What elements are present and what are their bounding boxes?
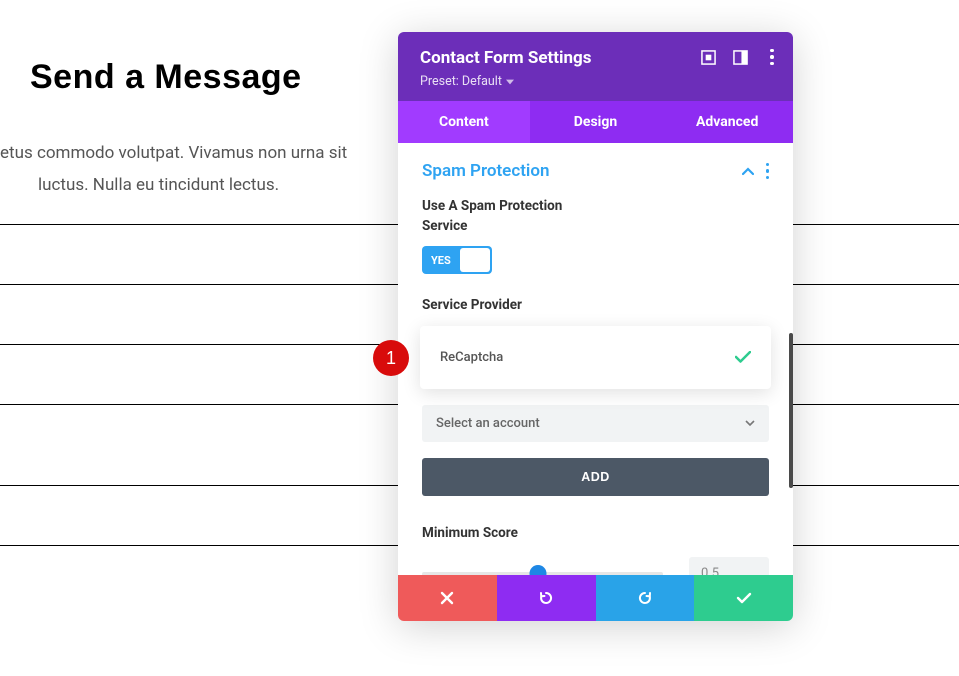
section-options-icon[interactable]: [766, 163, 770, 180]
toggle-knob: [460, 248, 490, 272]
service-provider-label: Service Provider: [422, 296, 769, 316]
save-button[interactable]: [694, 575, 793, 621]
section-header[interactable]: Spam Protection: [422, 161, 769, 181]
settings-modal: Contact Form Settings Preset: Default Co…: [398, 32, 793, 621]
min-score-label: Minimum Score: [422, 524, 769, 544]
expand-icon[interactable]: [699, 48, 717, 66]
redo-button[interactable]: [596, 575, 695, 621]
add-button[interactable]: ADD: [422, 458, 769, 496]
tab-bar: Content Design Advanced: [398, 101, 793, 143]
modal-footer: [398, 575, 793, 621]
min-score-slider[interactable]: [422, 566, 663, 575]
section-title: Spam Protection: [422, 161, 549, 181]
tab-content[interactable]: Content: [398, 101, 530, 143]
collapse-icon[interactable]: [742, 162, 754, 181]
chevron-down-icon: [506, 78, 514, 86]
panel-body: Spam Protection Use A Spam Protection Se…: [398, 143, 793, 575]
cancel-button[interactable]: [398, 575, 497, 621]
spam-toggle[interactable]: YES: [422, 246, 492, 274]
provider-name: ReCaptcha: [440, 350, 503, 365]
toggle-text: YES: [422, 254, 451, 267]
use-spam-label: Use A Spam Protection Service: [422, 197, 602, 236]
check-icon: [736, 590, 752, 606]
min-score-value[interactable]: 0.5: [689, 557, 769, 575]
preset-dropdown[interactable]: Preset: Default: [420, 74, 514, 89]
more-menu-icon[interactable]: [763, 48, 781, 66]
redo-icon: [637, 590, 653, 606]
account-select-placeholder: Select an account: [436, 416, 540, 431]
provider-option-recaptcha[interactable]: ReCaptcha: [420, 326, 771, 389]
annotation-number: 1: [386, 348, 396, 369]
slider-thumb[interactable]: [529, 565, 546, 575]
undo-button[interactable]: [497, 575, 596, 621]
preset-label: Preset: Default: [420, 74, 502, 89]
annotation-badge-1: 1: [373, 340, 409, 376]
tab-design[interactable]: Design: [530, 101, 662, 143]
tab-advanced[interactable]: Advanced: [661, 101, 793, 143]
close-icon: [439, 590, 455, 606]
undo-icon: [538, 590, 554, 606]
dock-icon[interactable]: [731, 48, 749, 66]
modal-header: Contact Form Settings Preset: Default: [398, 32, 793, 101]
account-select[interactable]: Select an account: [422, 405, 769, 442]
check-icon: [735, 348, 751, 367]
scrollbar[interactable]: [789, 333, 793, 488]
chevron-down-icon: [745, 418, 755, 428]
